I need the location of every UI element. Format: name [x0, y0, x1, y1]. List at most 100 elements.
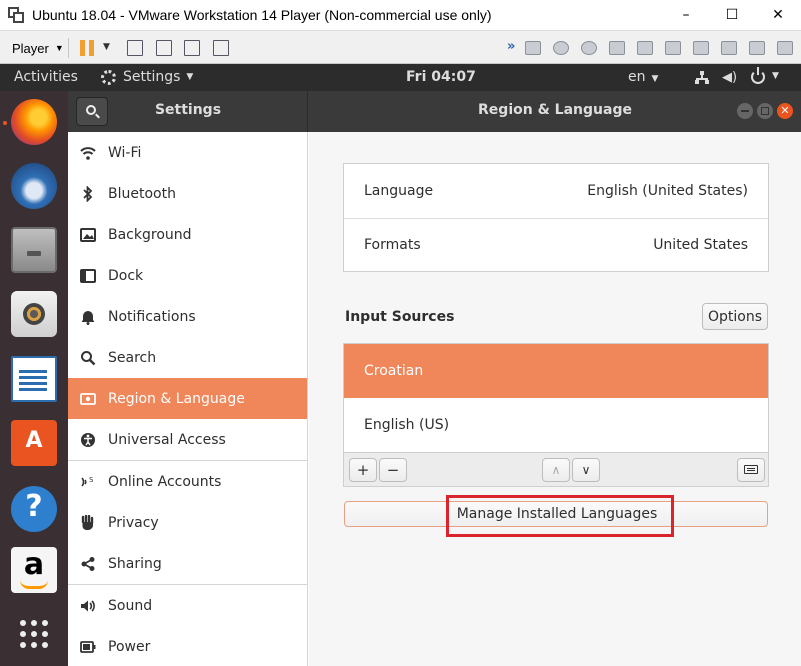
- input-source-english-us[interactable]: English (US): [344, 398, 768, 452]
- sidebar-item-notifications[interactable]: Notifications: [68, 296, 307, 337]
- sidebar-item-label: Privacy: [108, 514, 159, 531]
- input-sources-list: Croatian English (US) + − ∧ ∨: [343, 343, 769, 487]
- rhythmbox-icon[interactable]: [11, 291, 57, 337]
- settings-sidebar-header: Settings: [68, 91, 308, 132]
- window-title: Ubuntu 18.04 - VMware Workstation 14 Pla…: [32, 7, 492, 23]
- power-icon[interactable]: [751, 67, 765, 84]
- close-button[interactable]: ✕: [755, 0, 801, 30]
- webcam-icon[interactable]: [749, 41, 765, 55]
- sidebar-item-label: Search: [108, 349, 157, 366]
- move-down-button[interactable]: ∨: [572, 458, 600, 482]
- libreoffice-writer-icon[interactable]: [11, 356, 57, 402]
- window-minimize-button[interactable]: [737, 103, 753, 119]
- move-up-button[interactable]: ∧: [542, 458, 570, 482]
- help-icon[interactable]: [11, 486, 57, 532]
- language-value: English (United States): [587, 183, 748, 199]
- network-icon[interactable]: [695, 71, 709, 84]
- keyboard-layout-button[interactable]: [737, 458, 765, 482]
- online-accounts-icon: S: [80, 474, 96, 490]
- sidebar-item-universal-access[interactable]: Universal Access: [68, 419, 307, 460]
- cd-drive-icon[interactable]: [553, 41, 569, 55]
- wifi-icon: [80, 145, 96, 161]
- add-input-source-button[interactable]: +: [349, 458, 377, 482]
- bluetooth-icon: [80, 185, 96, 202]
- gear-icon: [101, 69, 116, 85]
- fullscreen-icon[interactable]: [184, 40, 200, 56]
- app-menu-button[interactable]: Settings ▼: [101, 69, 193, 85]
- window-maximize-button[interactable]: [757, 103, 773, 119]
- language-row[interactable]: Language English (United States): [344, 164, 768, 218]
- options-button[interactable]: Options: [702, 303, 768, 330]
- input-sources-toolbar: + − ∧ ∨: [344, 452, 768, 486]
- cd-drive-2-icon[interactable]: [581, 41, 597, 55]
- sidebar-item-power[interactable]: Power: [68, 626, 307, 666]
- ubuntu-software-icon[interactable]: [11, 420, 57, 466]
- firefox-icon[interactable]: [11, 99, 57, 145]
- dock-icon: [80, 268, 96, 284]
- sidebar-item-online-accounts[interactable]: S Online Accounts: [68, 461, 307, 502]
- sidebar-item-privacy[interactable]: Privacy: [68, 502, 307, 543]
- gnome-top-bar: Activities Settings ▼ Fri 04:07 en ▼ ◀) ▼: [0, 64, 801, 91]
- sidebar-item-label: Dock: [108, 267, 144, 284]
- thunderbird-icon[interactable]: [11, 163, 57, 209]
- usb-2-icon[interactable]: [721, 41, 737, 55]
- input-source-label: Croatian: [364, 363, 424, 379]
- vmware-title-bar: Ubuntu 18.04 - VMware Workstation 14 Pla…: [0, 0, 801, 30]
- chevron-down-icon: ▼: [651, 74, 659, 84]
- sidebar-item-sound[interactable]: Sound: [68, 585, 307, 626]
- minimize-button[interactable]: –: [663, 0, 709, 30]
- app-menu-label: Settings: [123, 69, 181, 85]
- volume-icon[interactable]: ◀): [722, 70, 737, 85]
- sidebar-item-wifi[interactable]: Wi-Fi: [68, 132, 307, 173]
- maximize-button[interactable]: ☐: [709, 0, 755, 30]
- amazon-icon[interactable]: [11, 547, 57, 593]
- files-icon[interactable]: [11, 227, 57, 273]
- pause-icon[interactable]: [80, 40, 94, 56]
- sidebar-item-sharing[interactable]: Sharing: [68, 543, 307, 584]
- remove-input-source-button[interactable]: −: [379, 458, 407, 482]
- svg-text:S: S: [89, 476, 94, 484]
- search-icon: [80, 350, 96, 366]
- language-formats-card: Language English (United States) Formats…: [343, 163, 769, 272]
- sidebar-item-label: Universal Access: [108, 431, 226, 448]
- show-applications-icon[interactable]: [11, 611, 57, 657]
- sidebar-item-label: Region & Language: [108, 390, 245, 407]
- activities-button[interactable]: Activities: [14, 69, 78, 85]
- sidebar-item-region-language[interactable]: Region & Language: [68, 378, 307, 419]
- clock[interactable]: Fri 04:07: [406, 69, 476, 85]
- send-ctrl-alt-del-icon[interactable]: [127, 40, 143, 56]
- region-language-panel: Language English (United States) Formats…: [309, 132, 801, 666]
- chevron-down-icon: ▼: [54, 43, 64, 53]
- window-close-button[interactable]: ✕: [777, 103, 793, 119]
- sound-card-icon[interactable]: [777, 41, 793, 55]
- printer-icon[interactable]: [665, 41, 681, 55]
- network-adapter-icon[interactable]: [637, 41, 653, 55]
- sidebar-item-dock[interactable]: Dock: [68, 255, 307, 296]
- formats-row[interactable]: Formats United States: [344, 218, 768, 272]
- sharing-icon: [80, 556, 96, 572]
- player-menu-label: Player: [12, 40, 49, 56]
- chevron-down-icon: ▼: [186, 72, 194, 82]
- settings-sidebar: Wi-Fi Bluetooth Background Dock Notifica…: [68, 132, 308, 666]
- unity-icon[interactable]: [156, 40, 172, 56]
- dock: [0, 91, 68, 666]
- formats-value: United States: [653, 237, 748, 253]
- sidebar-item-label: Online Accounts: [108, 473, 222, 490]
- sidebar-item-bluetooth[interactable]: Bluetooth: [68, 173, 307, 214]
- more-devices-icon[interactable]: »: [507, 39, 515, 54]
- input-language-menu[interactable]: en ▼: [628, 69, 658, 85]
- hard-disk-icon[interactable]: [525, 41, 541, 55]
- sidebar-item-search[interactable]: Search: [68, 337, 307, 378]
- sidebar-item-label: Background: [108, 226, 192, 243]
- chevron-down-icon[interactable]: ▼: [103, 42, 110, 52]
- sidebar-item-background[interactable]: Background: [68, 214, 307, 255]
- snapshot-icon[interactable]: [213, 40, 229, 56]
- sidebar-title: Settings: [154, 102, 222, 118]
- input-source-label: English (US): [364, 417, 450, 433]
- input-source-croatian[interactable]: Croatian: [344, 344, 768, 398]
- usb-icon[interactable]: [693, 41, 709, 55]
- floppy-icon[interactable]: [609, 41, 625, 55]
- chevron-down-icon[interactable]: ▼: [772, 71, 779, 81]
- sidebar-item-label: Bluetooth: [108, 185, 176, 202]
- player-menu-button[interactable]: Player ▼: [6, 36, 70, 60]
